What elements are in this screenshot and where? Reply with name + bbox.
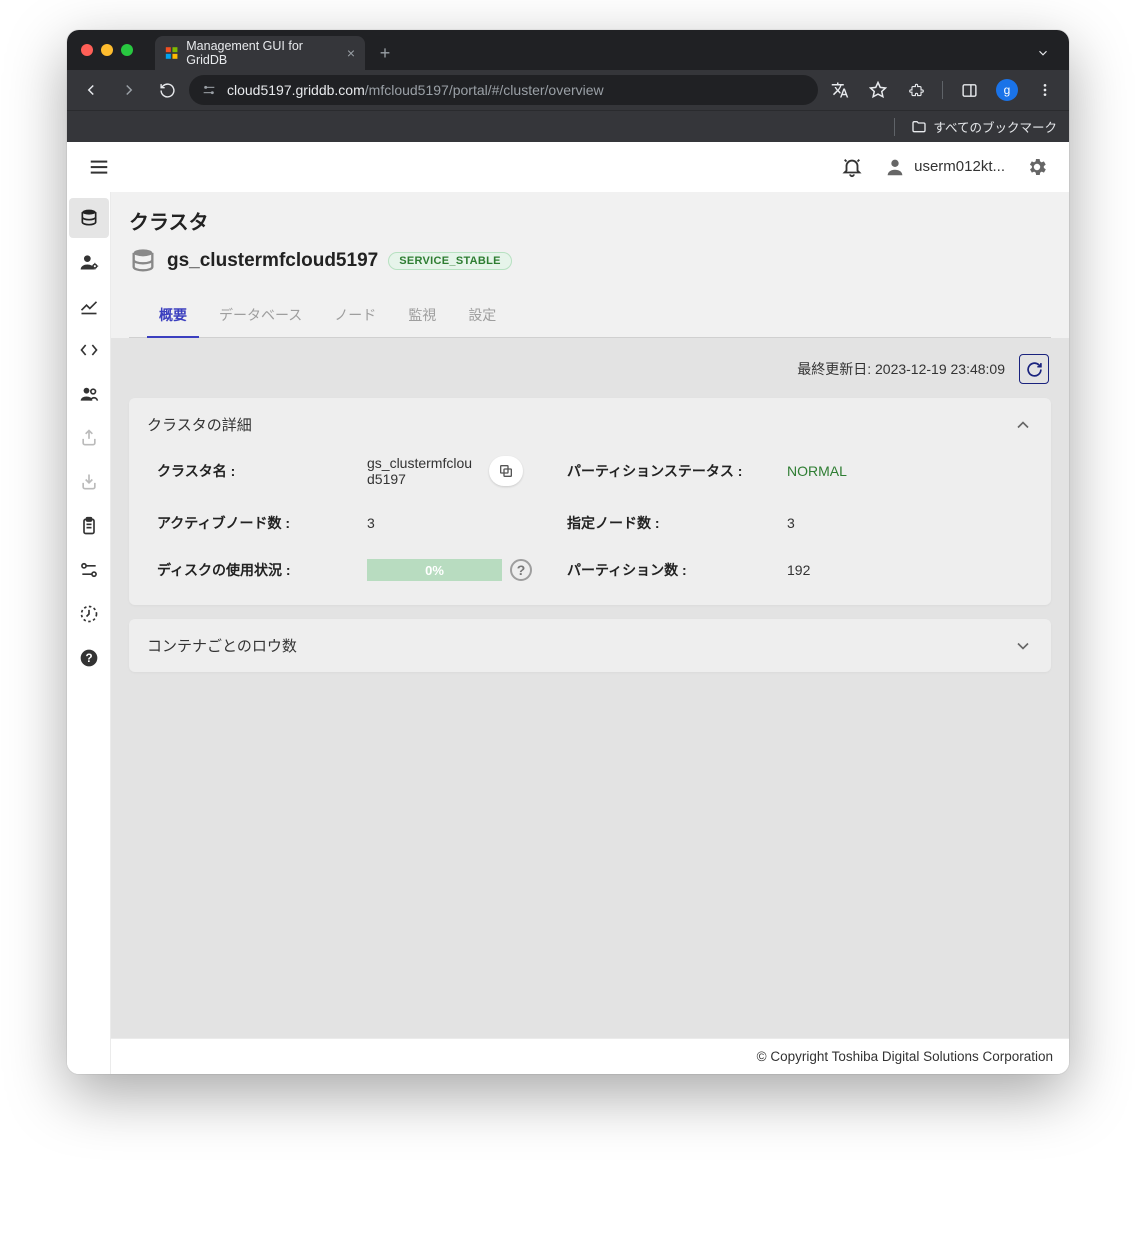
sidebar-item-clipboard[interactable] xyxy=(69,506,109,546)
page-header-area: クラスタ gs_clustermfcloud5197 SERVICE_STABL… xyxy=(111,192,1069,338)
sidebar-item-chart[interactable] xyxy=(69,286,109,326)
copy-cluster-name-button[interactable] xyxy=(489,456,523,486)
browser-window: Management GUI for GridDB × + cloud5197.… xyxy=(67,30,1069,1074)
all-bookmarks-link[interactable]: すべてのブックマーク xyxy=(933,117,1057,136)
browser-toolbar: cloud5197.griddb.com/mfcloud5197/portal/… xyxy=(67,70,1069,110)
container-rows-header[interactable]: コンテナごとのロウ数 xyxy=(129,619,1051,672)
app-footer: © Copyright Toshiba Digital Solutions Co… xyxy=(111,1038,1069,1074)
tab-overflow-button[interactable] xyxy=(1029,39,1057,67)
disk-usage-bar: 0% xyxy=(367,559,502,581)
username-label: userm012kt... xyxy=(914,158,1005,175)
scroll-area: 最終更新日: 2023-12-19 23:48:09 クラスタの詳細 xyxy=(111,338,1069,1038)
last-update-text: 最終更新日: 2023-12-19 23:48:09 xyxy=(797,359,1005,379)
page-title: クラスタ xyxy=(129,206,1051,235)
copyright-text: © Copyright Toshiba Digital Solutions Co… xyxy=(757,1049,1053,1064)
chevron-up-icon xyxy=(1013,415,1033,435)
tab-close-button[interactable]: × xyxy=(347,46,355,60)
active-nodes-label: アクティブノード数 : xyxy=(157,513,357,533)
cluster-name-label: クラスタ名 : xyxy=(157,461,357,481)
partition-status-value: NORMAL xyxy=(787,463,1023,479)
disk-usage-help-icon[interactable]: ? xyxy=(510,559,532,581)
tab-database[interactable]: データベース xyxy=(217,293,304,337)
sidebar-item-backup[interactable] xyxy=(69,594,109,634)
cluster-name-value: gs_clustermfcloud5197 xyxy=(367,455,557,487)
sidebar-item-cluster[interactable] xyxy=(69,198,109,238)
tab-settings[interactable]: 設定 xyxy=(466,293,498,337)
cluster-details-title: クラスタの詳細 xyxy=(147,414,252,435)
settings-gear-button[interactable] xyxy=(1019,149,1055,185)
active-nodes-value: 3 xyxy=(367,515,557,531)
cluster-details-header[interactable]: クラスタの詳細 xyxy=(129,398,1051,451)
partition-count-value: 192 xyxy=(787,562,1023,578)
container-rows-panel: コンテナごとのロウ数 xyxy=(129,619,1051,672)
partition-count-label: パーティション数 : xyxy=(567,560,777,580)
browser-tab[interactable]: Management GUI for GridDB × xyxy=(155,36,365,70)
nav-forward-button[interactable] xyxy=(113,74,145,106)
translate-button[interactable] xyxy=(824,74,856,106)
bookmark-separator xyxy=(894,118,895,136)
refresh-button[interactable] xyxy=(1019,354,1049,384)
last-update-row: 最終更新日: 2023-12-19 23:48:09 xyxy=(129,338,1051,398)
hamburger-menu-button[interactable] xyxy=(81,149,117,185)
main-content: クラスタ gs_clustermfcloud5197 SERVICE_STABL… xyxy=(111,192,1069,1074)
partition-status-label: パーティションステータス : xyxy=(567,461,777,481)
window-minimize-button[interactable] xyxy=(101,44,113,56)
site-settings-icon[interactable] xyxy=(201,82,217,98)
bookmark-star-button[interactable] xyxy=(862,74,894,106)
chevron-down-icon xyxy=(1013,636,1033,656)
tab-node[interactable]: ノード xyxy=(332,293,378,337)
profile-button[interactable]: g xyxy=(991,74,1023,106)
url-text: cloud5197.griddb.com/mfcloud5197/portal/… xyxy=(227,82,604,98)
bookmarks-bar: すべてのブックマーク xyxy=(67,110,1069,142)
status-badge: SERVICE_STABLE xyxy=(388,252,512,270)
tabs: 概要 データベース ノード 監視 設定 xyxy=(129,293,1051,338)
cluster-details-panel: クラスタの詳細 クラスタ名 : gs_clustermfcloud5197 xyxy=(129,398,1051,605)
nav-reload-button[interactable] xyxy=(151,74,183,106)
cluster-title-row: gs_clustermfcloud5197 SERVICE_STABLE xyxy=(129,247,1051,275)
browser-tabstrip: Management GUI for GridDB × + xyxy=(67,30,1069,70)
extensions-button[interactable] xyxy=(900,74,932,106)
sidebar: ? xyxy=(67,192,111,1074)
window-controls xyxy=(81,44,133,56)
designated-nodes-value: 3 xyxy=(787,515,1023,531)
disk-usage-label: ディスクの使用状況 : xyxy=(157,560,357,580)
tab-favicon-icon xyxy=(165,46,178,60)
app-header: userm012kt... xyxy=(67,142,1069,192)
sidebar-item-group[interactable] xyxy=(69,374,109,414)
svg-text:?: ? xyxy=(85,652,92,665)
nav-back-button[interactable] xyxy=(75,74,107,106)
sidebar-item-import[interactable] xyxy=(69,462,109,502)
window-maximize-button[interactable] xyxy=(121,44,133,56)
user-menu[interactable]: userm012kt... xyxy=(884,156,1005,178)
address-bar[interactable]: cloud5197.griddb.com/mfcloud5197/portal/… xyxy=(189,75,818,105)
sidebar-item-network[interactable] xyxy=(69,550,109,590)
user-icon xyxy=(884,156,906,178)
browser-menu-button[interactable] xyxy=(1029,74,1061,106)
designated-nodes-label: 指定ノード数 : xyxy=(567,513,777,533)
tab-title: Management GUI for GridDB xyxy=(186,39,339,67)
app-body: ? クラスタ gs_clustermfcloud5197 SERVICE_STA… xyxy=(67,192,1069,1074)
tab-overview[interactable]: 概要 xyxy=(157,293,189,337)
disk-usage-value: 0% ? xyxy=(367,559,557,581)
toolbar-separator xyxy=(942,81,943,99)
notifications-button[interactable] xyxy=(834,149,870,185)
app-root: userm012kt... ? xyxy=(67,142,1069,1074)
database-icon xyxy=(129,247,157,275)
sidebar-item-export[interactable] xyxy=(69,418,109,458)
sidebar-item-query[interactable] xyxy=(69,330,109,370)
sidepanel-button[interactable] xyxy=(953,74,985,106)
window-close-button[interactable] xyxy=(81,44,93,56)
folder-icon xyxy=(911,119,927,135)
tab-monitor[interactable]: 監視 xyxy=(406,293,438,337)
sidebar-item-users[interactable] xyxy=(69,242,109,282)
sidebar-item-help[interactable]: ? xyxy=(69,638,109,678)
cluster-details-body: クラスタ名 : gs_clustermfcloud5197 パーティションステー… xyxy=(129,451,1051,605)
cluster-name: gs_clustermfcloud5197 xyxy=(167,250,378,272)
container-rows-title: コンテナごとのロウ数 xyxy=(147,635,297,656)
new-tab-button[interactable]: + xyxy=(371,39,399,67)
